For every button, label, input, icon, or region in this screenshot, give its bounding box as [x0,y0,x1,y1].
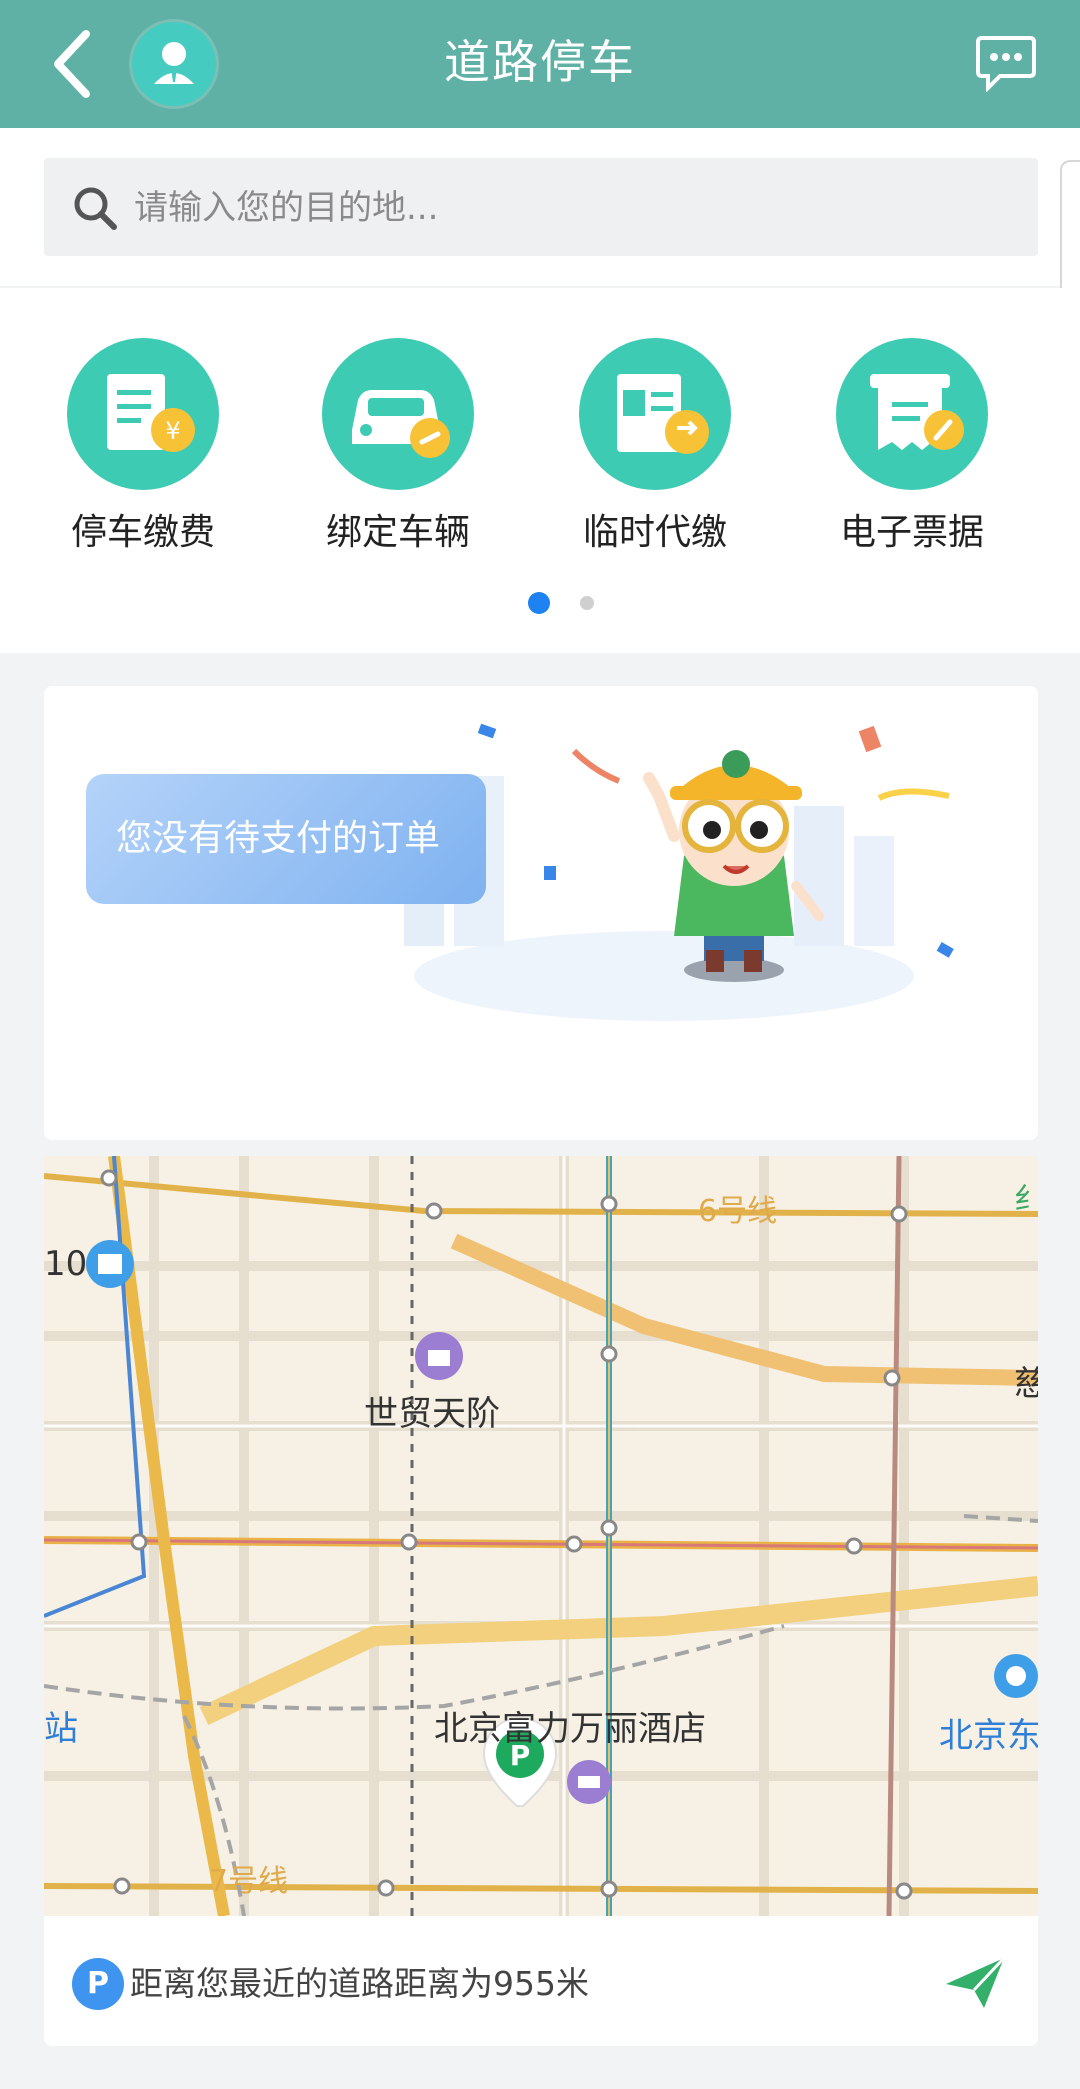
e-receipt-icon [836,338,988,490]
search-icon [74,187,117,230]
page-title: 道路停车 [444,35,636,89]
page-indicator [0,588,1080,618]
parking-payment-icon: ¥ [67,338,219,490]
parking-badge-icon: P [72,1958,124,2010]
service-bind-vehicle[interactable]: 绑定车辆 [283,338,513,558]
service-label: 电子票据 [839,512,984,553]
map-label-edge-right-1: 纟 [1014,1182,1038,1217]
chat-bubble-icon[interactable] [974,34,1038,92]
service-label: 临时代缴 [582,512,727,553]
map-label-line7: 7号线 [209,1864,289,1899]
map-label-station-left: 站 [44,1709,78,1749]
svg-text:¥: ¥ [165,417,180,445]
map-label-edge-left: 10 [44,1244,88,1284]
search-bar[interactable] [44,158,1038,258]
service-temporary-payment[interactable]: 临时代缴 [540,338,770,558]
bind-vehicle-icon [322,338,474,490]
service-parking-payment[interactable]: ¥ 停车缴费 [28,338,258,558]
search-input[interactable] [132,158,996,258]
page-dot-active[interactable] [528,592,550,614]
nearest-distance-text: 距离您最近的道路距离为955米 [130,1964,589,2003]
order-status-banner: 您没有待支付的订单 [44,686,1038,1140]
nearest-parking-bar[interactable]: P 距离您最近的道路距离为955米 [44,1916,1038,2046]
temporary-payment-icon [579,338,731,490]
map-label-hotel: 北京富力万丽酒店 [434,1709,706,1749]
map-canvas[interactable]: P [44,1156,1038,1916]
map-view[interactable]: P 6号线 7号线 世贸天阶 北京富力万丽酒店 北京东 站 10 纟 慈 [44,1156,1038,1916]
search-section [0,128,1080,286]
celebration-illustration [404,723,954,1021]
navigate-arrow-icon[interactable] [944,1954,1006,2012]
service-grid: ¥ 停车缴费 绑定车辆 临时代缴 电子票据 [0,288,1080,653]
map-label-station-right: 北京东 [939,1716,1038,1756]
service-e-receipt[interactable]: 电子票据 [797,338,1027,558]
page-dot[interactable] [580,596,594,610]
no-pending-order-message: 您没有待支付的订单 [86,774,486,904]
top-app-bar: 道路停车 [0,0,1080,128]
map-label-edge-right-2: 慈 [1014,1364,1038,1404]
service-label: 停车缴费 [70,512,215,553]
map-label-shimao: 世贸天阶 [364,1394,500,1434]
service-label: 绑定车辆 [325,512,470,553]
map-label-line6: 6号线 [698,1194,778,1229]
